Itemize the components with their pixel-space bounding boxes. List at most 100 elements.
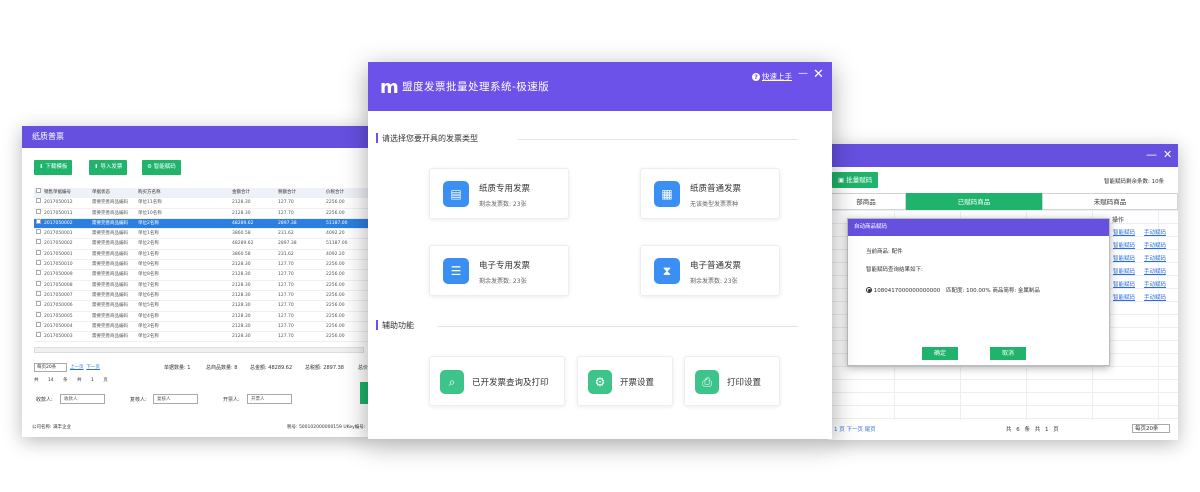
table-cell: 2017050001 — [44, 251, 73, 257]
invoice-settings-icon: ⚙ — [588, 370, 612, 394]
table-row[interactable]: 2017050002 需要完善商品编码 单位2名称 48289.62 2897.38 51… — [34, 218, 372, 230]
card-title: 纸质普通发票 — [690, 184, 742, 194]
table-row[interactable]: 2017050007 需要完善商品编码 单位6名称 2128.30 127.70 2256… — [34, 290, 372, 302]
stat-goods: 总商品数量: 8 — [206, 365, 238, 371]
smart-code-link[interactable]: 智能赋码 — [1113, 254, 1135, 262]
row-checkbox[interactable] — [36, 249, 41, 255]
confirm-button[interactable]: 确定 — [922, 347, 958, 360]
table-row[interactable]: 2017050001 需要完善商品编码 单位1名称 3860.58 231.62 4092… — [34, 249, 372, 261]
close-icon[interactable]: ✕ — [1163, 148, 1172, 161]
result-option[interactable]: 1080417000000000000 匹配度: 100.00% 商品简称: 金… — [866, 286, 1040, 294]
card-e-normal-invoice[interactable]: ⧗ 电子普通发票 剩余发票数: 23张 — [640, 245, 780, 296]
card-e-special-invoice[interactable]: ☰ 电子专用发票 剩余发票数: 23张 — [429, 245, 569, 296]
table-row[interactable]: 2017050011 需要完善商品编码 单位10名称 2128.30 127.70 225… — [34, 208, 372, 219]
row-checkbox[interactable] — [36, 270, 41, 276]
table-cell: 需要完善商品编码 — [92, 303, 128, 309]
table-cell: 2256.00 — [326, 210, 345, 216]
row-checkbox[interactable] — [36, 321, 41, 327]
smart-code-button[interactable]: ⚙ 智能赋码 — [142, 160, 181, 175]
row-checkbox[interactable] — [36, 198, 41, 204]
column-header[interactable]: 单据状态 — [92, 188, 110, 198]
smart-code-link[interactable]: 智能赋码 — [1113, 228, 1135, 236]
manual-code-link[interactable]: 手动赋码 — [1144, 241, 1166, 249]
table-row[interactable]: 2017050012 需要完善商品编码 单位11名称 2128.30 127.70 225… — [34, 198, 372, 209]
smart-code-link[interactable]: 智能赋码 — [1113, 293, 1135, 301]
table-row[interactable]: 2017050003 需要完善商品编码 单位2名称 2128.30 127.70 2256… — [34, 332, 372, 343]
table-row[interactable]: 2017050002 需要完善商品编码 单位2名称 48289.62 2897.38 51… — [34, 239, 372, 250]
row-checkbox[interactable] — [36, 229, 41, 235]
smart-code-link[interactable]: 智能赋码 — [1113, 280, 1135, 288]
tab-uncoded-goods[interactable]: 未赋码商品 — [1042, 193, 1178, 210]
row-checkbox[interactable] — [36, 301, 41, 307]
manual-code-link[interactable]: 手动赋码 — [1144, 293, 1166, 301]
column-header[interactable]: 金额合计 — [232, 188, 250, 198]
smart-code-link[interactable]: 智能赋码 — [1113, 267, 1135, 275]
table-cell: 单位6名称 — [138, 292, 159, 298]
func-query-print[interactable]: ⌕ 已开发票查询及打印 — [429, 356, 565, 406]
download-template-button[interactable]: ⬇ 下载模板 — [34, 160, 73, 175]
table-cell: 127.70 — [278, 282, 294, 288]
table-row[interactable]: 2017050006 需要完善商品编码 单位5名称 2128.30 127.70 2256… — [34, 301, 372, 312]
manual-code-link[interactable]: 手动赋码 — [1144, 280, 1166, 288]
page-size-select[interactable]: 每页20条 — [34, 363, 67, 372]
table-row[interactable]: 2017050009 需要完善商品编码 单位8名称 2128.30 127.70 2256… — [34, 270, 372, 281]
table-cell: 2128.30 — [232, 313, 251, 319]
smart-code-link[interactable]: 智能赋码 — [1113, 241, 1135, 249]
row-checkbox[interactable] — [36, 260, 41, 266]
pager-info: 共 14 条 共 1 页 — [34, 378, 108, 383]
row-checkbox[interactable] — [36, 239, 41, 245]
close-icon[interactable]: ✕ — [813, 68, 824, 81]
column-header[interactable]: 销售单据编号 — [44, 188, 71, 198]
func-print-settings[interactable]: ⎙ 打印设置 — [684, 356, 780, 406]
row-checkbox[interactable] — [36, 332, 41, 338]
drawer-input[interactable]: 开票人 — [247, 394, 292, 404]
table-cell: 2017050008 — [44, 282, 73, 288]
radio-selected-icon[interactable] — [866, 287, 872, 293]
table-cell: 需要完善商品编码 — [92, 262, 128, 268]
row-checkbox[interactable] — [36, 290, 41, 296]
cancel-button[interactable]: 取消 — [990, 347, 1026, 360]
card-paper-normal-invoice[interactable]: ▦ 纸质普通发票 无该类型发票票种 — [640, 168, 780, 219]
right-page-size-select[interactable]: 每页20条 — [1132, 424, 1170, 433]
row-checkbox[interactable] — [36, 218, 41, 224]
table-row[interactable]: 2017050008 需要完善商品编码 单位7名称 2128.30 127.70 2256… — [34, 280, 372, 291]
table-cell: 127.70 — [278, 323, 294, 329]
prev-page-link[interactable]: 上一页 — [70, 365, 84, 370]
import-invoice-button[interactable]: ⬆ 导入发票 — [89, 160, 128, 175]
row-checkbox[interactable] — [36, 311, 41, 317]
table-cell: 单位5名称 — [138, 303, 159, 309]
table-cell: 127.70 — [278, 200, 294, 206]
divider — [518, 139, 798, 140]
table-header: 销售单据编号 单据状态 购买方名称 金额合计 税额合计 价税合计 — [34, 188, 372, 199]
table-cell: 单位2名称 — [138, 220, 159, 226]
column-header[interactable]: 价税合计 — [326, 188, 344, 198]
table-row[interactable]: 2017050010 需要完善商品编码 单位9名称 2128.30 127.70 2256… — [34, 260, 372, 271]
minimize-icon[interactable]: — — [1146, 148, 1157, 161]
pager-links[interactable]: 1 页 下一页 尾页 — [834, 427, 876, 433]
next-page-link[interactable]: 下一页 — [86, 365, 100, 370]
column-header[interactable]: 税额合计 — [278, 188, 296, 198]
column-header[interactable]: 购买方名称 — [138, 188, 161, 198]
quick-start-link[interactable]: ? 快速上手 — [752, 71, 792, 82]
batch-code-button[interactable]: ▣ 批量赋码 — [832, 172, 879, 188]
minimize-icon[interactable]: — — [798, 67, 808, 80]
invoice-normal-icon: ▦ — [654, 181, 680, 207]
table-cell: 48289.62 — [232, 220, 254, 226]
table-row[interactable]: 2017050004 需要完善商品编码 单位3名称 2128.30 127.70 2256… — [34, 321, 372, 333]
tax-number: 税号: 500102000000159 UKey编号: — [287, 425, 366, 430]
select-all-checkbox[interactable] — [36, 188, 41, 193]
table-row[interactable]: 2017050005 需要完善商品编码 单位4名称 2128.30 127.70 2256… — [34, 311, 372, 322]
checker-input[interactable]: 复核人 — [153, 394, 198, 404]
func-invoice-settings[interactable]: ⚙ 开票设置 — [577, 356, 673, 406]
tab-all-goods[interactable]: 部商品 — [828, 193, 906, 210]
card-paper-special-invoice[interactable]: ▤ 纸质专用发票 剩余发票数: 23张 — [429, 168, 569, 219]
row-checkbox[interactable] — [36, 280, 41, 286]
table-row[interactable]: 2017050001 需要完善商品编码 单位1名称 3860.58 231.62 4092… — [34, 229, 372, 240]
tab-coded-goods[interactable]: 已赋码商品 — [906, 193, 1042, 210]
manual-code-link[interactable]: 手动赋码 — [1144, 228, 1166, 236]
manual-code-link[interactable]: 手动赋码 — [1144, 267, 1166, 275]
row-checkbox[interactable] — [36, 208, 41, 214]
payee-input[interactable]: 收款人 — [60, 394, 105, 404]
horizontal-scrollbar[interactable] — [34, 347, 364, 353]
manual-code-link[interactable]: 手动赋码 — [1144, 254, 1166, 262]
